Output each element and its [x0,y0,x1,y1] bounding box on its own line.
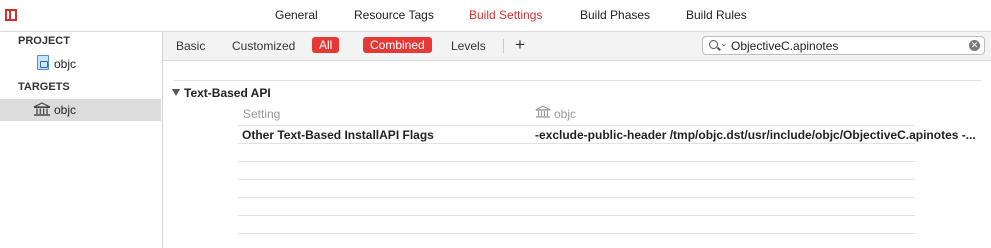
setting-value[interactable]: -exclude-public-header /tmp/objc.dst/usr… [535,128,985,142]
row-divider [238,215,915,216]
row-divider [238,125,915,126]
building-target-icon [535,105,551,118]
building-target-icon [33,102,51,116]
column-header-target: objc [554,107,577,121]
row-divider [238,233,915,234]
project-navigator-sidebar: PROJECT objc TARGETS objc [0,32,163,248]
sidebar-item-label: objc [54,103,77,117]
chevron-down-icon[interactable]: ⌄ [720,38,728,49]
tab-build-settings[interactable]: Build Settings [469,8,542,22]
row-divider [238,179,915,180]
group-title[interactable]: Text-Based API [184,86,271,100]
disclosure-triangle-icon[interactable] [172,89,180,96]
filter-customized[interactable]: Customized [232,39,295,53]
search-input[interactable]: ObjectiveC.apinotes [731,39,838,53]
view-levels[interactable]: Levels [451,39,486,53]
search-icon [709,40,718,49]
tab-build-rules[interactable]: Build Rules [686,8,747,22]
targets-section-header: TARGETS [18,81,70,93]
sidebar-item-label: objc [54,57,77,71]
tab-resource-tags[interactable]: Resource Tags [354,8,434,22]
view-combined[interactable]: Combined [363,37,432,53]
group-divider [173,80,981,81]
sidebar-item-target-objc[interactable]: objc [0,99,161,121]
settings-filter-bar: Basic Customized All Combined Levels + ⌄… [163,32,991,61]
add-setting-button[interactable]: + [515,35,525,55]
top-tab-bar: General Resource Tags Build Settings Bui… [0,0,991,32]
tab-build-phases[interactable]: Build Phases [580,8,650,22]
project-section-header: PROJECT [18,35,70,47]
search-field[interactable]: ⌄ ObjectiveC.apinotes ✕ [702,36,985,55]
clear-icon[interactable]: ✕ [969,40,980,51]
build-settings-content: Text-Based API Setting objc Other Text-B… [163,61,991,248]
sidebar-item-project-objc[interactable]: objc [0,53,161,75]
row-divider [238,143,915,144]
column-header-setting: Setting [243,107,281,121]
setting-name[interactable]: Other Text-Based InstallAPI Flags [242,128,434,142]
filter-all[interactable]: All [312,37,340,53]
project-file-icon [37,55,49,70]
row-divider [238,197,915,198]
row-divider [238,161,915,162]
editor-tabs: General Resource Tags Build Settings Bui… [0,0,991,31]
tab-general[interactable]: General [275,8,318,22]
toolbar-divider [503,39,504,53]
filter-basic[interactable]: Basic [176,39,205,53]
